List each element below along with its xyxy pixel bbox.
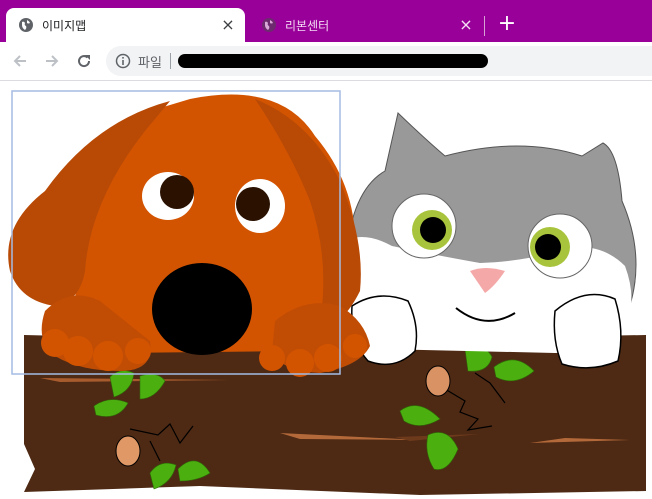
close-tab-button[interactable]: ×: [457, 16, 475, 34]
close-tab-button[interactable]: ×: [219, 16, 237, 34]
redacted-url: [177, 54, 488, 68]
tab-separator: [484, 16, 485, 36]
tab-inactive[interactable]: 리본센터 ×: [249, 8, 483, 42]
tab-title: 리본센터: [285, 18, 330, 33]
address-divider: [169, 53, 171, 69]
browser-toolbar: 파일: [0, 42, 652, 81]
arrow-left-icon: [13, 55, 26, 67]
back-button[interactable]: [8, 50, 32, 72]
new-tab-button[interactable]: +: [495, 13, 519, 37]
reload-button[interactable]: [72, 50, 96, 72]
tab-title: 이미지맵: [42, 18, 87, 33]
info-icon[interactable]: [115, 53, 131, 69]
globe-icon: [261, 17, 277, 33]
address-bar[interactable]: 파일: [106, 46, 652, 76]
arrow-right-icon: [46, 55, 59, 67]
scheme-label: 파일: [138, 55, 162, 71]
page-viewport: [0, 81, 652, 499]
globe-icon: [18, 17, 34, 33]
tab-active[interactable]: 이미지맵 ×: [6, 8, 245, 42]
reload-icon: [78, 55, 91, 68]
tab-strip: 이미지맵 × 리본센터 × +: [0, 0, 652, 42]
forward-button[interactable]: [40, 50, 64, 72]
dog-and-cat-image: [8, 90, 646, 495]
